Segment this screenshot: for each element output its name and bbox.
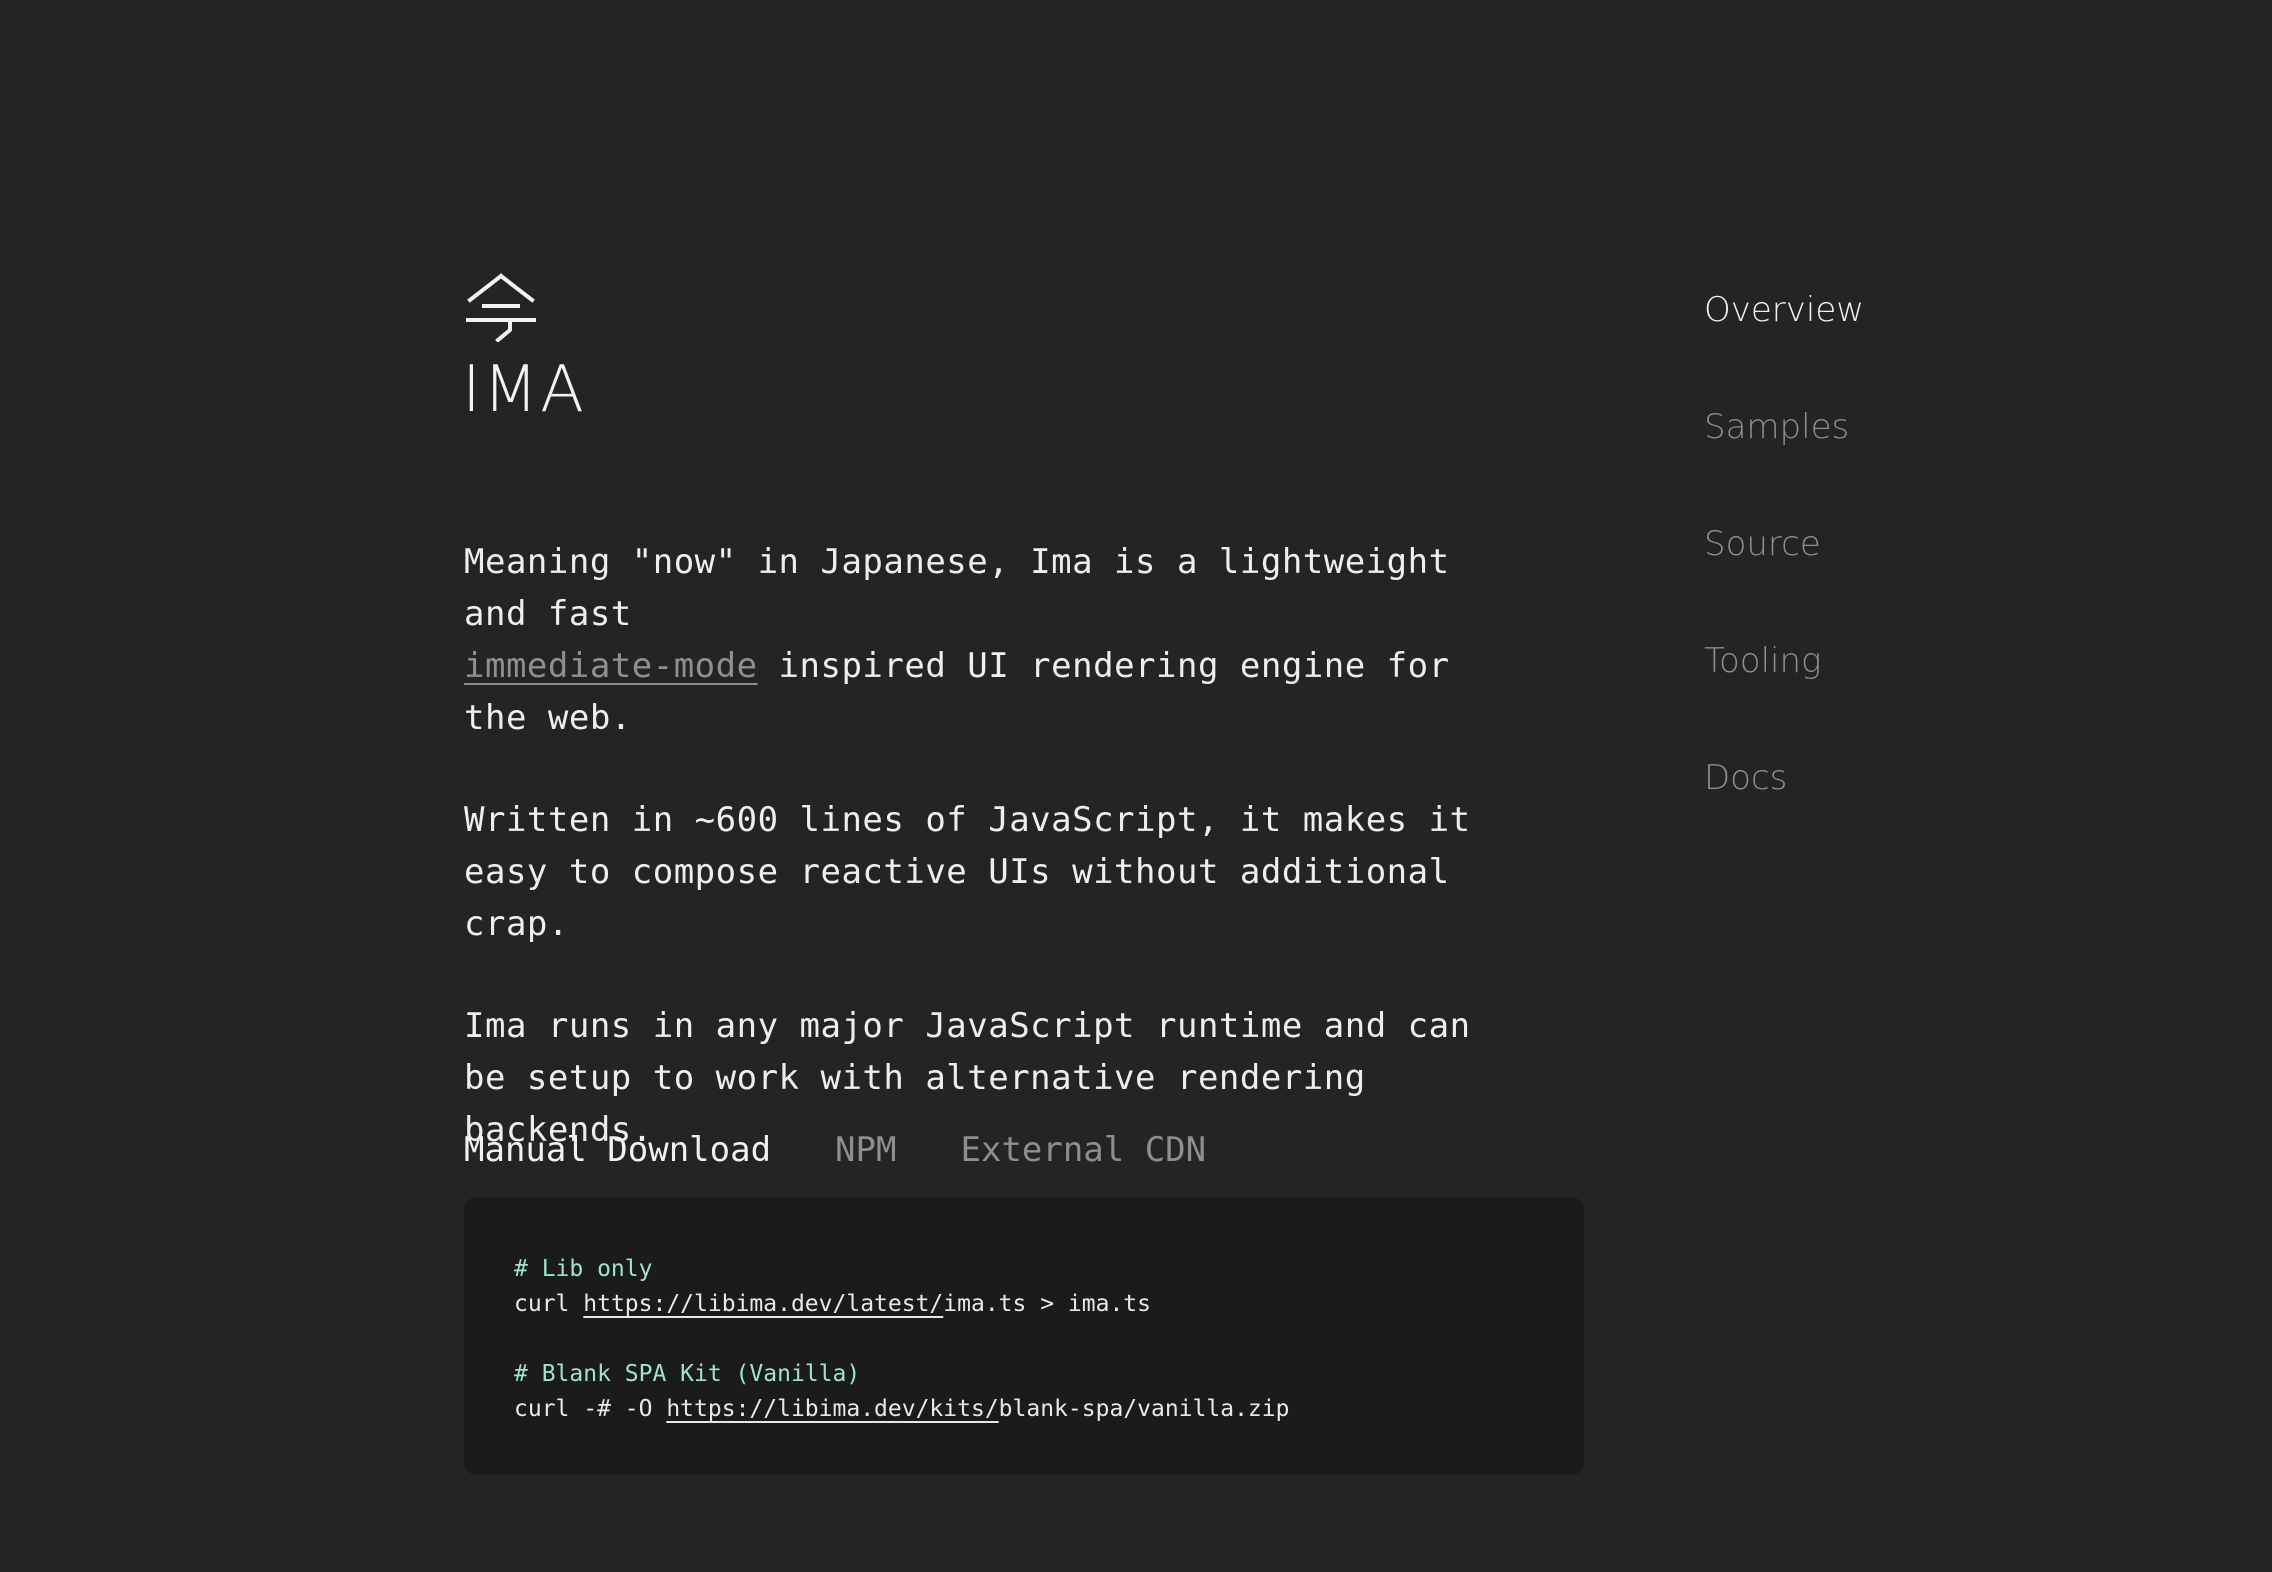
- nav-item-samples[interactable]: Samples: [1704, 399, 1864, 516]
- code-comment-blank-spa: # Blank SPA Kit (Vanilla): [514, 1361, 861, 1387]
- intro-paragraph-1-text-a: Meaning "now" in Japanese, Ima is a ligh…: [464, 542, 1450, 634]
- code-line-kit: curl -# -O https://libima.dev/kits/blank…: [514, 1392, 1584, 1427]
- intro-section: Meaning "now" in Japanese, Ima is a ligh…: [464, 536, 1484, 1206]
- code-suffix: blank-spa/vanilla.zip: [998, 1396, 1290, 1422]
- code-block[interactable]: # Lib only curl https://libima.dev/lates…: [464, 1198, 1584, 1474]
- intro-paragraph-1: Meaning "now" in Japanese, Ima is a ligh…: [464, 536, 1484, 744]
- install-tabs: Manual Download NPM External CDN: [464, 1124, 1206, 1176]
- code-suffix: ima.ts > ima.ts: [943, 1291, 1151, 1317]
- page-title: IMA: [462, 353, 586, 427]
- code-line-lib: curl https://libima.dev/latest/ima.ts > …: [514, 1287, 1584, 1322]
- immediate-mode-link[interactable]: immediate-mode: [464, 646, 758, 686]
- code-url-kits[interactable]: https://libima.dev/kits/: [666, 1396, 998, 1422]
- intro-paragraph-2: Written in ~600 lines of JavaScript, it …: [464, 800, 1471, 944]
- code-comment-lib-only: # Lib only: [514, 1256, 653, 1282]
- nav-item-tooling[interactable]: Tooling: [1704, 633, 1864, 750]
- code-prefix: curl: [514, 1291, 584, 1317]
- tab-external-cdn[interactable]: External CDN: [960, 1124, 1206, 1176]
- nav-item-source[interactable]: Source: [1704, 516, 1864, 633]
- nav-item-docs[interactable]: Docs: [1704, 750, 1864, 867]
- ima-kanji-logo-icon: [466, 273, 536, 342]
- code-prefix: curl -# -O: [514, 1396, 667, 1422]
- nav-item-overview[interactable]: Overview: [1704, 282, 1864, 399]
- tab-manual-download[interactable]: Manual Download: [464, 1124, 771, 1176]
- code-url-latest[interactable]: https://libima.dev/latest/: [583, 1291, 943, 1317]
- tab-npm[interactable]: NPM: [835, 1124, 896, 1176]
- side-nav: Overview Samples Source Tooling Docs: [1704, 282, 1864, 867]
